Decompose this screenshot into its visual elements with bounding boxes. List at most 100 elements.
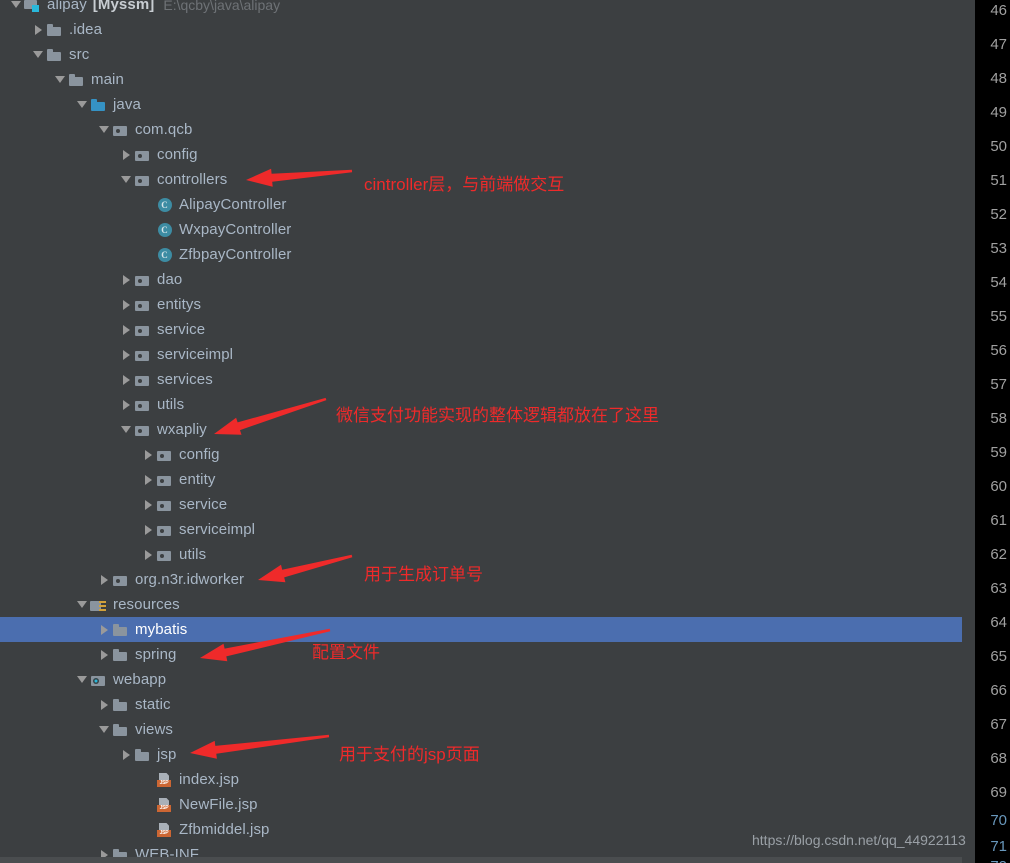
chevron-right-icon[interactable] (96, 647, 112, 663)
chevron-right-icon[interactable] (118, 322, 134, 338)
tree-row[interactable]: main (0, 67, 962, 92)
chevron-down-icon[interactable] (96, 122, 112, 138)
chevron-right-icon[interactable] (140, 447, 156, 463)
package-icon (134, 172, 151, 188)
chevron-down-icon[interactable] (118, 422, 134, 438)
chevron-down-icon[interactable] (74, 597, 90, 613)
line-number: 48 (990, 70, 1007, 87)
tree-row-label: spring (135, 646, 177, 663)
package-icon (134, 422, 151, 438)
tree-row[interactable]: serviceimpl (0, 517, 962, 542)
chevron-right-icon[interactable] (118, 372, 134, 388)
tree-row[interactable]: webapp (0, 667, 962, 692)
tree-row-label: src (69, 46, 90, 63)
tree-row[interactable]: C ZfbpayController (0, 242, 962, 267)
package-icon (156, 522, 173, 538)
tree-row[interactable]: services (0, 367, 962, 392)
chevron-down-icon[interactable] (118, 172, 134, 188)
chevron-right-icon[interactable] (30, 22, 46, 38)
tree-row[interactable]: entitys (0, 292, 962, 317)
tree-row-label: wxapliy (157, 421, 207, 438)
chevron-down-icon[interactable] (74, 97, 90, 113)
line-number: 60 (990, 478, 1007, 495)
package-icon (112, 572, 129, 588)
tree-row[interactable]: service (0, 492, 962, 517)
chevron-right-icon[interactable] (140, 547, 156, 563)
chevron-right-icon[interactable] (96, 622, 112, 638)
jsp-file-icon (156, 772, 173, 788)
jsp-file-icon (156, 822, 173, 838)
tree-row[interactable]: resources (0, 592, 962, 617)
chevron-down-icon[interactable] (96, 722, 112, 738)
package-icon (134, 297, 151, 313)
package-icon (156, 472, 173, 488)
tree-row-label: controllers (157, 171, 228, 188)
chevron-right-icon[interactable] (96, 572, 112, 588)
tree-scrollbar-track[interactable] (962, 0, 975, 863)
chevron-right-icon[interactable] (118, 272, 134, 288)
chevron-right-icon[interactable] (96, 697, 112, 713)
tree-row[interactable]: config (0, 442, 962, 467)
line-number: 68 (990, 750, 1007, 767)
folder-icon (46, 47, 63, 63)
folder-icon (112, 697, 129, 713)
tree-row[interactable]: spring (0, 642, 962, 667)
tree-row[interactable]: java (0, 92, 962, 117)
project-tree-panel[interactable]: alipay [Myssm] E:\qcby\java\alipay .idea src… (0, 0, 962, 863)
tree-row-label: main (91, 71, 124, 88)
chevron-down-icon[interactable] (74, 672, 90, 688)
tree-row[interactable]: entity (0, 467, 962, 492)
tree-row-label: entity (179, 471, 216, 488)
chevron-right-icon[interactable] (118, 397, 134, 413)
package-icon (156, 497, 173, 513)
editor-line-number-gutter[interactable]: 46 47 48 49 50 51 52 53 54 55 56 57 58 59 60 61 62 63 64 65… (975, 0, 1010, 863)
chevron-down-icon[interactable] (52, 72, 68, 88)
tree-row-label: Zfbmiddel.jsp (179, 821, 270, 838)
tree-row-label: service (179, 496, 228, 513)
line-number: 52 (990, 206, 1007, 223)
tree-row[interactable]: index.jsp (0, 767, 962, 792)
chevron-right-icon[interactable] (140, 497, 156, 513)
chevron-down-icon[interactable] (30, 47, 46, 63)
tree-row[interactable]: service (0, 317, 962, 342)
tree-row-label: mybatis (135, 621, 188, 638)
line-number: 65 (990, 648, 1007, 665)
java-class-icon: C (156, 197, 173, 213)
tree-row-label: utils (179, 546, 207, 563)
tree-row[interactable]: mybatis (0, 617, 962, 642)
tree-row[interactable]: config (0, 142, 962, 167)
tree-row[interactable]: views (0, 717, 962, 742)
chevron-right-icon[interactable] (140, 472, 156, 488)
tree-row-label: ZfbpayController (179, 246, 292, 263)
jsp-file-icon (156, 797, 173, 813)
line-number: 51 (990, 172, 1007, 189)
tree-row-label: .idea (69, 21, 103, 38)
tree-row[interactable]: serviceimpl (0, 342, 962, 367)
annotation-text: 微信支付功能实现的整体逻辑都放在了这里 (336, 406, 659, 425)
line-number: 46 (990, 2, 1007, 19)
tree-row[interactable]: dao (0, 267, 962, 292)
tree-row[interactable]: static (0, 692, 962, 717)
line-number: 66 (990, 682, 1007, 699)
chevron-right-icon[interactable] (140, 522, 156, 538)
folder-icon (68, 72, 85, 88)
package-icon (134, 147, 151, 163)
chevron-right-icon[interactable] (118, 747, 134, 763)
bottom-strip (0, 857, 962, 863)
tree-row[interactable]: alipay [Myssm] E:\qcby\java\alipay (0, 0, 962, 17)
tree-row-label: config (179, 446, 220, 463)
tree-row[interactable]: .idea (0, 17, 962, 42)
package-icon (156, 447, 173, 463)
chevron-right-icon[interactable] (118, 147, 134, 163)
chevron-down-icon[interactable] (8, 0, 24, 13)
tree-row[interactable]: com.qcb (0, 117, 962, 142)
chevron-right-icon[interactable] (118, 347, 134, 363)
chevron-right-icon[interactable] (118, 297, 134, 313)
tree-row[interactable]: jsp (0, 742, 962, 767)
tree-row[interactable]: C AlipayController (0, 192, 962, 217)
line-number: 69 (990, 784, 1007, 801)
tree-row[interactable]: C WxpayController (0, 217, 962, 242)
tree-row[interactable]: src (0, 42, 962, 67)
tree-row-label: views (135, 721, 174, 738)
tree-row[interactable]: NewFile.jsp (0, 792, 962, 817)
